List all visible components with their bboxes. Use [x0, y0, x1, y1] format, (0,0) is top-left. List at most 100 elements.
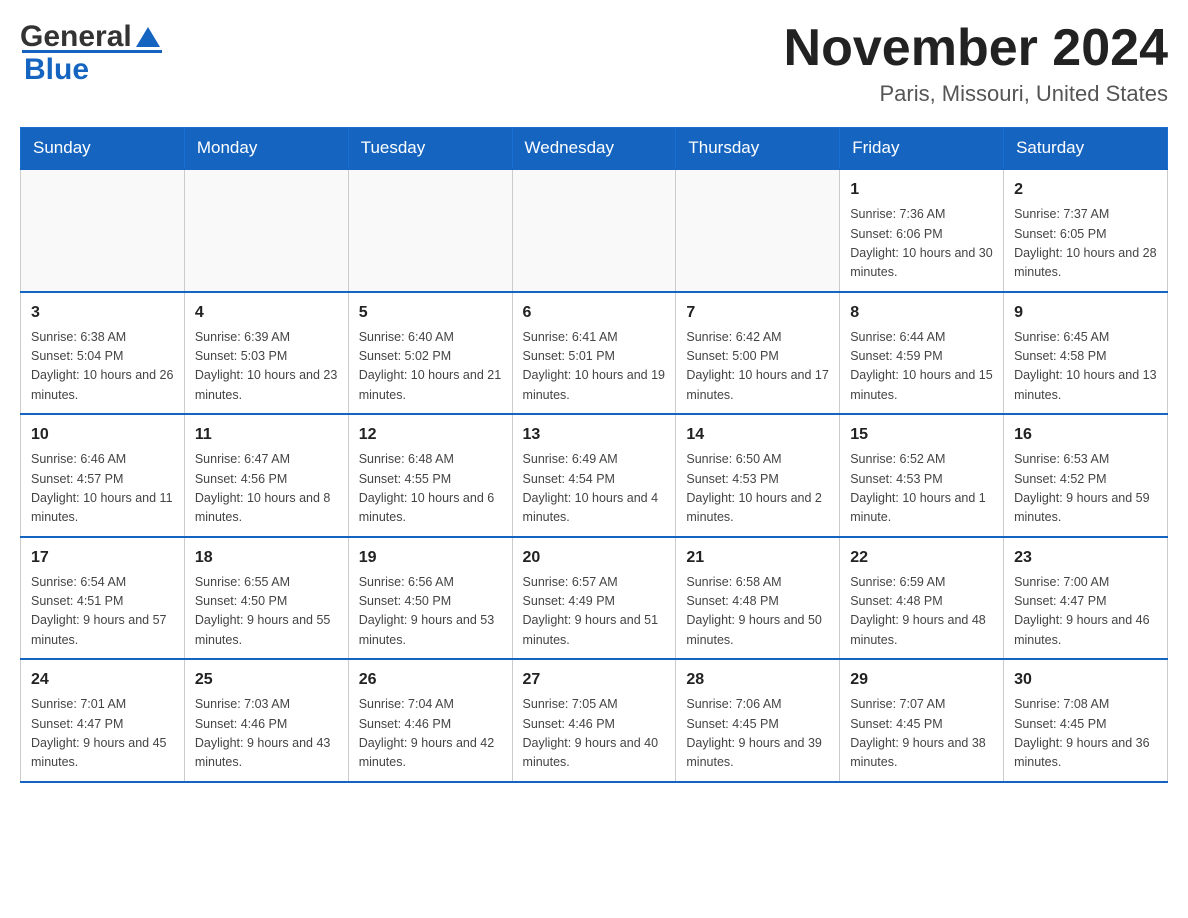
- day-number: 6: [523, 301, 666, 325]
- week-row-1: 1 Sunrise: 7:36 AMSunset: 6:06 PMDaylight…: [21, 169, 1168, 292]
- weekday-header-tuesday: Tuesday: [348, 128, 512, 170]
- calendar-cell: 7Sunrise: 6:42 AMSunset: 5:00 PMDaylight…: [676, 292, 840, 415]
- calendar-cell: 4 Sunrise: 6:39 AMSunset: 5:03 PMDaylight…: [184, 292, 348, 415]
- day-info: Sunrise: 6:53 AMSunset: 4:52 PMDaylight:…: [1014, 450, 1157, 528]
- day-info: Sunrise: 6:38 AMSunset: 5:04 PMDaylight:…: [31, 328, 174, 406]
- weekday-header-saturday: Saturday: [1004, 128, 1168, 170]
- calendar-cell: [21, 169, 185, 292]
- calendar-cell: 14 Sunrise: 6:50 AMSunset: 4:53 PMDayligh…: [676, 414, 840, 537]
- calendar-cell: 2 Sunrise: 7:37 AMSunset: 6:05 PMDaylight…: [1004, 169, 1168, 292]
- location: Paris, Missouri, United States: [784, 81, 1168, 107]
- day-number: 2: [1014, 178, 1157, 202]
- weekday-header-thursday: Thursday: [676, 128, 840, 170]
- calendar-cell: [184, 169, 348, 292]
- calendar-cell: 17 Sunrise: 6:54 AMSunset: 4:51 PMDayligh…: [21, 537, 185, 660]
- day-info: Sunrise: 6:56 AMSunset: 4:50 PMDaylight:…: [359, 573, 502, 651]
- day-info: Sunrise: 6:59 AMSunset: 4:48 PMDaylight:…: [850, 573, 993, 651]
- day-info: Sunrise: 6:57 AMSunset: 4:49 PMDaylight:…: [523, 573, 666, 651]
- calendar-cell: [676, 169, 840, 292]
- calendar-cell: [348, 169, 512, 292]
- day-info: Sunrise: 6:45 AMSunset: 4:58 PMDaylight:…: [1014, 328, 1157, 406]
- calendar-cell: 6Sunrise: 6:41 AMSunset: 5:01 PMDaylight…: [512, 292, 676, 415]
- calendar-cell: 28Sunrise: 7:06 AMSunset: 4:45 PMDayligh…: [676, 659, 840, 782]
- day-info: Sunrise: 6:55 AMSunset: 4:50 PMDaylight:…: [195, 573, 338, 651]
- calendar-cell: [512, 169, 676, 292]
- logo-general: General: [20, 20, 132, 54]
- calendar-cell: 9 Sunrise: 6:45 AMSunset: 4:58 PMDaylight…: [1004, 292, 1168, 415]
- calendar-cell: 16 Sunrise: 6:53 AMSunset: 4:52 PMDayligh…: [1004, 414, 1168, 537]
- calendar-cell: 23 Sunrise: 7:00 AMSunset: 4:47 PMDayligh…: [1004, 537, 1168, 660]
- day-number: 30: [1014, 668, 1157, 692]
- title-section: November 2024 Paris, Missouri, United St…: [784, 20, 1168, 107]
- calendar-cell: 19 Sunrise: 6:56 AMSunset: 4:50 PMDayligh…: [348, 537, 512, 660]
- day-number: 29: [850, 668, 993, 692]
- calendar-cell: 29 Sunrise: 7:07 AMSunset: 4:45 PMDayligh…: [840, 659, 1004, 782]
- day-number: 17: [31, 546, 174, 570]
- day-info: Sunrise: 7:01 AMSunset: 4:47 PMDaylight:…: [31, 695, 174, 773]
- calendar-cell: 20 Sunrise: 6:57 AMSunset: 4:49 PMDayligh…: [512, 537, 676, 660]
- day-number: 8: [850, 301, 993, 325]
- day-info: Sunrise: 7:00 AMSunset: 4:47 PMDaylight:…: [1014, 573, 1157, 651]
- day-number: 5: [359, 301, 502, 325]
- day-info: Sunrise: 7:36 AMSunset: 6:06 PMDaylight:…: [850, 205, 993, 283]
- calendar-table: SundayMondayTuesdayWednesdayThursdayFrid…: [20, 127, 1168, 783]
- calendar-cell: 18 Sunrise: 6:55 AMSunset: 4:50 PMDayligh…: [184, 537, 348, 660]
- day-number: 1: [850, 178, 993, 202]
- day-info: Sunrise: 6:40 AMSunset: 5:02 PMDaylight:…: [359, 328, 502, 406]
- day-info: Sunrise: 6:58 AMSunset: 4:48 PMDaylight:…: [686, 573, 829, 651]
- day-info: Sunrise: 6:49 AMSunset: 4:54 PMDaylight:…: [523, 450, 666, 528]
- calendar-cell: 27Sunrise: 7:05 AMSunset: 4:46 PMDayligh…: [512, 659, 676, 782]
- day-number: 19: [359, 546, 502, 570]
- day-info: Sunrise: 6:50 AMSunset: 4:53 PMDaylight:…: [686, 450, 829, 528]
- day-number: 16: [1014, 423, 1157, 447]
- day-number: 27: [523, 668, 666, 692]
- day-number: 22: [850, 546, 993, 570]
- day-number: 14: [686, 423, 829, 447]
- day-number: 21: [686, 546, 829, 570]
- week-row-3: 10Sunrise: 6:46 AMSunset: 4:57 PMDayligh…: [21, 414, 1168, 537]
- day-number: 15: [850, 423, 993, 447]
- calendar-cell: 26 Sunrise: 7:04 AMSunset: 4:46 PMDayligh…: [348, 659, 512, 782]
- calendar-cell: 22 Sunrise: 6:59 AMSunset: 4:48 PMDayligh…: [840, 537, 1004, 660]
- calendar-cell: 3 Sunrise: 6:38 AMSunset: 5:04 PMDaylight…: [21, 292, 185, 415]
- calendar-cell: 10Sunrise: 6:46 AMSunset: 4:57 PMDayligh…: [21, 414, 185, 537]
- day-info: Sunrise: 7:37 AMSunset: 6:05 PMDaylight:…: [1014, 205, 1157, 283]
- day-number: 28: [686, 668, 829, 692]
- day-number: 23: [1014, 546, 1157, 570]
- day-number: 7: [686, 301, 829, 325]
- calendar-cell: 8Sunrise: 6:44 AMSunset: 4:59 PMDaylight…: [840, 292, 1004, 415]
- calendar-cell: 25 Sunrise: 7:03 AMSunset: 4:46 PMDayligh…: [184, 659, 348, 782]
- day-info: Sunrise: 7:03 AMSunset: 4:46 PMDaylight:…: [195, 695, 338, 773]
- weekday-header-friday: Friday: [840, 128, 1004, 170]
- day-info: Sunrise: 6:52 AMSunset: 4:53 PMDaylight:…: [850, 450, 993, 528]
- week-row-5: 24 Sunrise: 7:01 AMSunset: 4:47 PMDayligh…: [21, 659, 1168, 782]
- weekday-header-wednesday: Wednesday: [512, 128, 676, 170]
- day-number: 3: [31, 301, 174, 325]
- day-number: 11: [195, 423, 338, 447]
- day-info: Sunrise: 6:54 AMSunset: 4:51 PMDaylight:…: [31, 573, 174, 651]
- month-title: November 2024: [784, 20, 1168, 77]
- week-row-4: 17 Sunrise: 6:54 AMSunset: 4:51 PMDayligh…: [21, 537, 1168, 660]
- calendar-cell: 1 Sunrise: 7:36 AMSunset: 6:06 PMDaylight…: [840, 169, 1004, 292]
- weekday-header-row: SundayMondayTuesdayWednesdayThursdayFrid…: [21, 128, 1168, 170]
- day-info: Sunrise: 7:04 AMSunset: 4:46 PMDaylight:…: [359, 695, 502, 773]
- day-info: Sunrise: 6:48 AMSunset: 4:55 PMDaylight:…: [359, 450, 502, 528]
- page-header: General Blue November 2024 Paris, Missou…: [20, 20, 1168, 107]
- day-info: Sunrise: 6:39 AMSunset: 5:03 PMDaylight:…: [195, 328, 338, 406]
- day-info: Sunrise: 6:47 AMSunset: 4:56 PMDaylight:…: [195, 450, 338, 528]
- logo: General Blue: [20, 20, 162, 87]
- day-number: 26: [359, 668, 502, 692]
- day-number: 4: [195, 301, 338, 325]
- calendar-cell: 15 Sunrise: 6:52 AMSunset: 4:53 PMDayligh…: [840, 414, 1004, 537]
- day-number: 10: [31, 423, 174, 447]
- day-number: 20: [523, 546, 666, 570]
- weekday-header-sunday: Sunday: [21, 128, 185, 170]
- day-number: 18: [195, 546, 338, 570]
- calendar-cell: 5 Sunrise: 6:40 AMSunset: 5:02 PMDaylight…: [348, 292, 512, 415]
- day-number: 9: [1014, 301, 1157, 325]
- day-info: Sunrise: 7:07 AMSunset: 4:45 PMDaylight:…: [850, 695, 993, 773]
- day-number: 24: [31, 668, 174, 692]
- day-info: Sunrise: 7:08 AMSunset: 4:45 PMDaylight:…: [1014, 695, 1157, 773]
- day-number: 25: [195, 668, 338, 692]
- calendar-cell: 12Sunrise: 6:48 AMSunset: 4:55 PMDayligh…: [348, 414, 512, 537]
